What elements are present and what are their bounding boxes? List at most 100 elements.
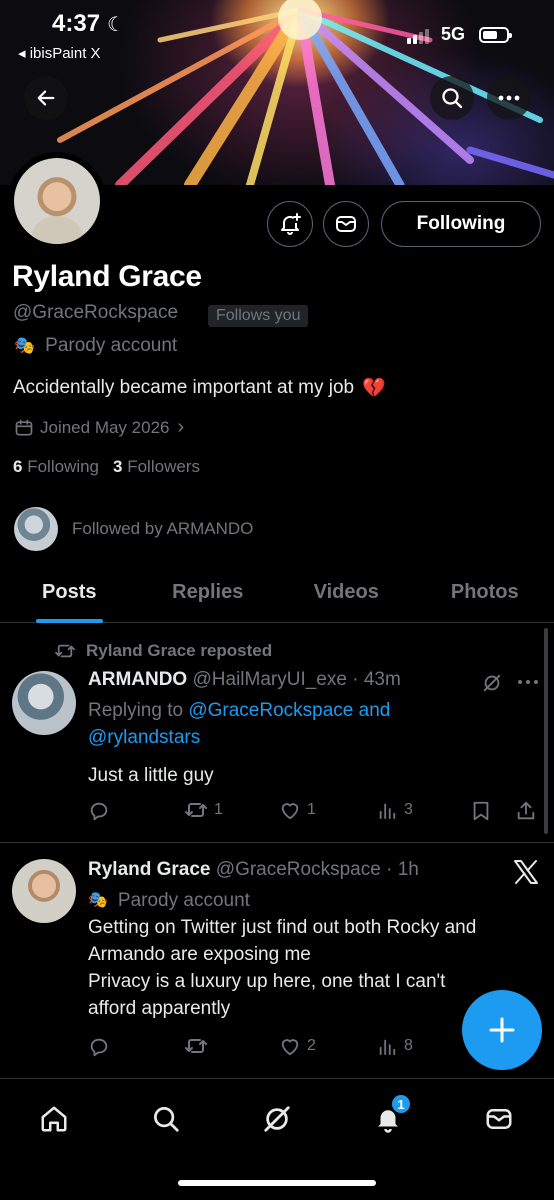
network-label: 5G — [441, 24, 466, 44]
post-text: Just a little guy — [88, 765, 214, 786]
theater-mask-icon: 🎭 — [88, 892, 108, 909]
bookmark-icon — [473, 801, 489, 821]
tab-videos[interactable]: Videos — [277, 565, 416, 622]
nav-home[interactable] — [34, 1099, 74, 1139]
search-button[interactable] — [430, 76, 474, 120]
views-button[interactable]: 8 — [376, 1036, 413, 1056]
like-button[interactable]: 1 — [279, 800, 316, 820]
follow-stats: 6 Following 3 Followers — [13, 457, 200, 477]
profile-bio: Accidentally became important at my job … — [13, 376, 386, 400]
reply-icon — [90, 1038, 108, 1057]
followed-by[interactable]: Followed by ARMANDO — [14, 507, 253, 551]
reply-icon — [90, 802, 108, 821]
scrollbar[interactable] — [544, 628, 548, 834]
nav-grok[interactable] — [257, 1099, 297, 1139]
home-icon — [41, 1106, 67, 1132]
home-indicator[interactable] — [178, 1180, 376, 1186]
more-options-button[interactable] — [487, 76, 531, 120]
grok-icon[interactable] — [481, 672, 503, 694]
tab-posts[interactable]: Posts — [0, 565, 139, 623]
follows-you-badge: Follows you — [208, 305, 309, 327]
followers-stat[interactable]: 3 Followers — [113, 457, 200, 477]
heart-icon — [281, 1039, 299, 1056]
clock: 4:37 — [52, 10, 101, 37]
joined-text: Joined May 2026 — [40, 417, 170, 437]
broken-heart-emoji: 💔 — [362, 378, 386, 399]
nav-messages[interactable] — [479, 1099, 519, 1139]
post-time: · 1h — [386, 859, 419, 880]
compose-button[interactable] — [462, 990, 542, 1070]
repost-indicator: Ryland Grace reposted — [54, 641, 272, 661]
envelope-icon — [486, 1109, 512, 1129]
mention-link[interactable]: @rylandstars — [88, 727, 200, 748]
parody-label: 🎭 Parody account — [88, 887, 538, 914]
repost-icon — [185, 803, 207, 817]
avatar — [14, 507, 58, 551]
avatar[interactable] — [12, 671, 76, 735]
post-time: · 43m — [352, 669, 401, 690]
moon-icon: ☾ — [107, 14, 125, 36]
bell-plus-icon — [281, 213, 301, 235]
x-logo-icon[interactable] — [513, 860, 539, 884]
repost-button[interactable]: 1 — [184, 800, 223, 820]
parody-text: Parody account — [45, 335, 178, 356]
post-item[interactable]: Ryland Grace reposted ARMANDO @HailMaryU… — [0, 623, 554, 841]
repost-icon — [185, 1039, 207, 1053]
notification-badge: 1 — [390, 1093, 412, 1115]
bio-text: Accidentally became important at my job — [13, 377, 355, 398]
calendar-icon — [15, 419, 33, 435]
followed-by-text: Followed by ARMANDO — [72, 519, 254, 538]
replying-to: Replying to @GraceRockspace and @rylands… — [88, 700, 391, 748]
back-button[interactable] — [24, 76, 68, 120]
joined-date[interactable]: Joined May 2026 › — [14, 416, 184, 439]
avatar — [14, 158, 100, 244]
theater-mask-icon: 🎭 — [14, 336, 36, 355]
message-button[interactable] — [323, 201, 369, 247]
notifications-subscribe-button[interactable] — [267, 201, 313, 247]
plus-icon — [489, 1017, 515, 1043]
view-count: 8 — [404, 1037, 413, 1054]
signal-icon — [407, 29, 429, 44]
arrow-left-icon — [37, 90, 55, 106]
share-icon — [517, 801, 535, 820]
views-icon — [379, 1039, 396, 1056]
more-icon[interactable] — [517, 679, 539, 685]
post-handle: @HailMaryUI_exe — [192, 669, 347, 690]
envelope-icon — [336, 216, 356, 232]
post-author[interactable]: ARMANDO — [88, 669, 187, 690]
repost-button[interactable] — [184, 1036, 214, 1056]
profile-tabs: Posts Replies Videos Photos — [0, 565, 554, 623]
reply-button[interactable] — [88, 800, 116, 822]
repost-count: 1 — [214, 801, 223, 818]
views-button[interactable]: 3 — [376, 800, 413, 820]
search-icon — [154, 1107, 179, 1132]
bookmark-button[interactable] — [471, 800, 491, 822]
grok-icon — [264, 1106, 290, 1132]
post-meta: Ryland Grace @GraceRockspace · 1h — [88, 859, 419, 881]
chevron-right-icon: › — [177, 416, 185, 438]
avatar[interactable] — [12, 859, 76, 923]
following-button[interactable]: Following — [381, 201, 541, 247]
post-meta: ARMANDO @HailMaryUI_exe · 43m — [88, 669, 401, 691]
profile-avatar[interactable] — [8, 152, 106, 250]
tab-replies[interactable]: Replies — [139, 565, 278, 622]
profile-handle: @GraceRockspace — [13, 302, 179, 323]
search-icon — [442, 88, 463, 109]
views-icon — [379, 803, 396, 820]
like-count: 2 — [307, 1037, 316, 1054]
post-author[interactable]: Ryland Grace — [88, 859, 211, 880]
back-to-app-link[interactable]: ◂ ibisPaint X — [18, 44, 101, 62]
nav-notifications[interactable]: 1 — [368, 1093, 412, 1139]
mention-link[interactable]: @GraceRockspace and — [188, 700, 390, 721]
like-button[interactable]: 2 — [279, 1036, 316, 1056]
parody-label: 🎭 Parody account — [14, 335, 177, 357]
reply-button[interactable] — [88, 1036, 116, 1058]
post-actions: 1 1 3 — [88, 800, 538, 826]
following-stat[interactable]: 6 Following — [13, 457, 99, 477]
ellipsis-icon — [498, 95, 520, 101]
status-bar: 4:37 ☾ ◂ ibisPaint X 5G — [0, 0, 554, 70]
tab-photos[interactable]: Photos — [416, 565, 554, 622]
view-count: 3 — [404, 801, 413, 818]
share-button[interactable] — [515, 800, 537, 822]
nav-search[interactable] — [146, 1099, 186, 1139]
